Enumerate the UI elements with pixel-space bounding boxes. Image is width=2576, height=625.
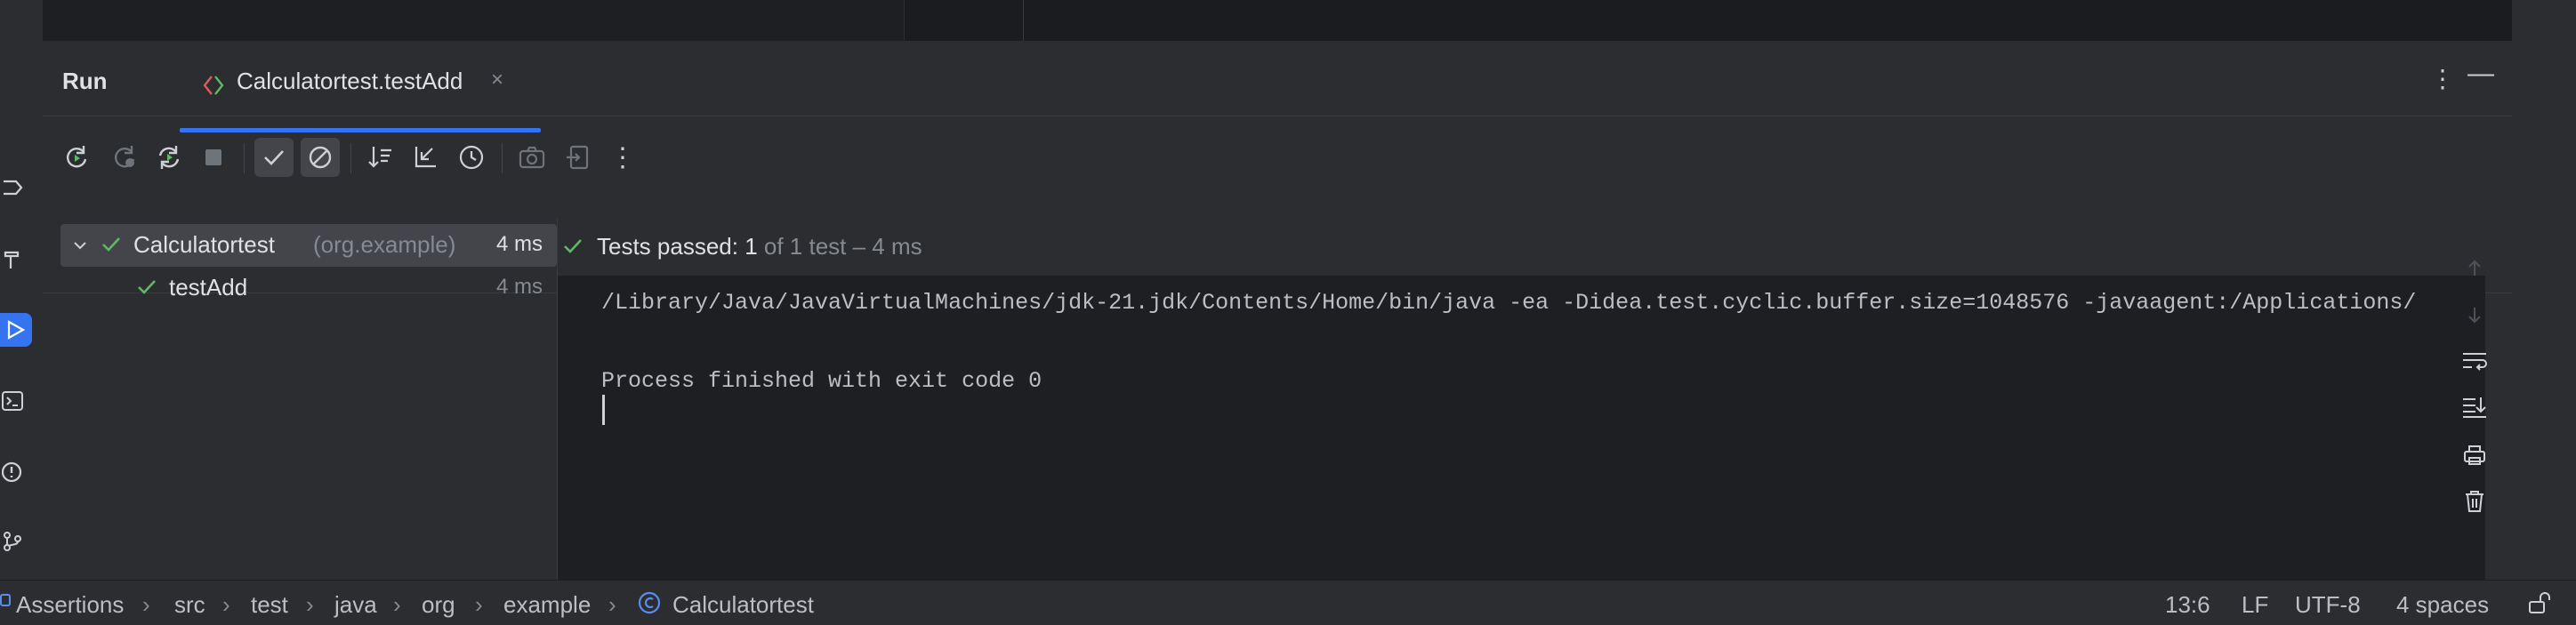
indent-setting[interactable]: 4 spaces bbox=[2396, 591, 2489, 619]
test-class-time: 4 ms bbox=[496, 232, 543, 256]
tests-passed-label: Tests passed: 1 of 1 test – 4 ms bbox=[597, 233, 922, 260]
caret-position[interactable]: 13:6 bbox=[2165, 591, 2210, 619]
editor-pane-left bbox=[44, 0, 904, 41]
editor-strip bbox=[44, 0, 2512, 42]
breadcrumb-separator: › bbox=[608, 591, 616, 618]
chevron-down-icon[interactable] bbox=[71, 236, 89, 254]
unlock-icon[interactable] bbox=[2526, 589, 2553, 616]
breadcrumb-separator: › bbox=[475, 591, 483, 618]
breadcrumb-test[interactable]: test bbox=[251, 591, 288, 619]
git-icon[interactable] bbox=[0, 525, 27, 558]
command-line: /Library/Java/JavaVirtualMachines/jdk-21… bbox=[601, 290, 2417, 316]
rerun-failed-icon[interactable] bbox=[105, 138, 144, 177]
export-icon[interactable] bbox=[559, 138, 598, 177]
minimize-icon[interactable]: — bbox=[2467, 59, 2494, 89]
breadcrumb-example[interactable]: example bbox=[503, 591, 591, 619]
console-output[interactable]: Tests passed: 1 of 1 test – 4 ms /Librar… bbox=[558, 219, 2485, 580]
test-class-package: (org.example) bbox=[313, 231, 456, 258]
tab-calculatortest-testadd[interactable]: Calculatortest.testAdd × bbox=[137, 57, 541, 132]
clear-all-icon[interactable] bbox=[2459, 485, 2491, 517]
rerun-icon[interactable] bbox=[57, 138, 96, 177]
toolbar-separator bbox=[350, 143, 351, 173]
breadcrumb-calculatortest[interactable]: Calculatortest bbox=[672, 591, 814, 619]
test-run-config-icon bbox=[201, 73, 228, 98]
tool-window-header: Run Calculatortest.testAdd × ⋮ — bbox=[43, 41, 2512, 132]
breadcrumb-java[interactable]: java bbox=[334, 591, 377, 619]
run-tool-window: Run Calculatortest.testAdd × ⋮ — ⋮ Calcu… bbox=[43, 41, 2512, 580]
collapse-icon[interactable] bbox=[406, 138, 445, 177]
breadcrumb-separator: › bbox=[393, 591, 401, 618]
module-icon bbox=[0, 594, 11, 606]
run-panel-title: Run bbox=[62, 68, 108, 94]
breadcrumb-separator: › bbox=[306, 591, 314, 618]
test-status-line: Tests passed: 1 of 1 test – 4 ms bbox=[558, 219, 2485, 276]
tab-label: Calculatortest.testAdd bbox=[237, 68, 463, 94]
class-icon bbox=[638, 591, 661, 614]
build-icon[interactable] bbox=[0, 242, 27, 276]
scroll-up-icon[interactable] bbox=[2459, 252, 2491, 284]
toggle-auto-rerun-icon[interactable] bbox=[149, 138, 189, 177]
tests-passed-count: Tests passed: 1 bbox=[597, 233, 758, 260]
editor-divider bbox=[904, 0, 905, 41]
pass-check-icon bbox=[564, 239, 582, 253]
breadcrumb-assertions[interactable]: Assertions bbox=[16, 591, 124, 619]
toolbar-more-icon[interactable]: ⋮ bbox=[603, 138, 642, 177]
more-options-icon[interactable]: ⋮ bbox=[2430, 64, 2455, 93]
pass-check-icon bbox=[138, 280, 156, 294]
stop-icon[interactable] bbox=[194, 138, 233, 177]
text-caret bbox=[602, 395, 605, 425]
run-icon[interactable] bbox=[0, 313, 32, 347]
test-method-name: testAdd bbox=[169, 274, 248, 300]
test-tree: Calculatortest (org.example) 4 ms testAd… bbox=[60, 219, 557, 580]
exit-message: Process finished with exit code 0 bbox=[601, 368, 1042, 394]
breadcrumb-org[interactable]: org bbox=[422, 591, 455, 619]
tests-summary: of 1 test – 4 ms bbox=[763, 233, 922, 260]
pass-check-icon bbox=[102, 237, 120, 252]
scroll-down-icon[interactable] bbox=[2459, 299, 2491, 331]
problems-icon[interactable] bbox=[0, 455, 27, 489]
breadcrumb-separator: › bbox=[142, 591, 150, 618]
show-ignored-icon[interactable] bbox=[301, 138, 340, 177]
line-ending[interactable]: LF bbox=[2242, 591, 2268, 619]
toolbar-separator bbox=[244, 143, 245, 173]
sort-icon[interactable] bbox=[361, 138, 400, 177]
close-tab-icon[interactable]: × bbox=[491, 68, 503, 92]
history-icon[interactable] bbox=[452, 138, 491, 177]
breadcrumb-src[interactable]: src bbox=[174, 591, 205, 619]
soft-wrap-icon[interactable] bbox=[2459, 345, 2491, 377]
show-passed-icon[interactable] bbox=[254, 138, 294, 177]
terminal-icon[interactable] bbox=[0, 384, 27, 418]
editor-divider-2 bbox=[1023, 0, 1024, 41]
services-icon[interactable] bbox=[0, 171, 27, 204]
scroll-to-end-icon[interactable] bbox=[2459, 391, 2491, 423]
toolbar-separator bbox=[502, 143, 503, 173]
test-class-name: Calculatortest bbox=[133, 231, 275, 258]
status-bar: Assertions › src › test › java › org › e… bbox=[0, 580, 2576, 625]
tool-window-bar bbox=[0, 0, 44, 580]
test-method-time: 4 ms bbox=[496, 275, 543, 299]
print-icon[interactable] bbox=[2459, 439, 2491, 471]
screenshot-icon[interactable] bbox=[512, 138, 551, 177]
file-encoding[interactable]: UTF-8 bbox=[2295, 591, 2361, 619]
right-tool-bar bbox=[2512, 0, 2576, 580]
editor-pane-right bbox=[904, 0, 2512, 41]
run-toolbar: ⋮ bbox=[43, 116, 2512, 293]
breadcrumb-separator: › bbox=[222, 591, 230, 618]
